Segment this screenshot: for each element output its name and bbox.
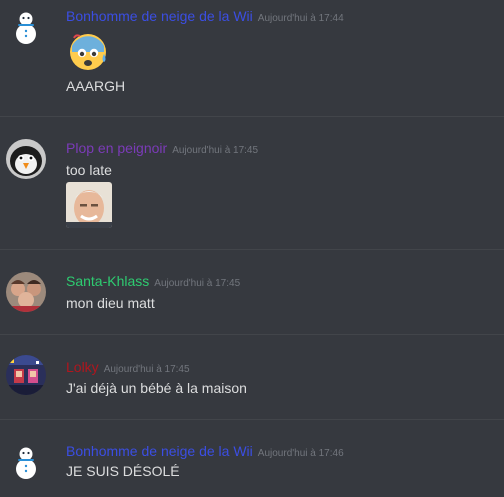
message-group: Bonhomme de neige de la Wii Aujourd'hui à…: [0, 0, 504, 115]
penguin-avatar[interactable]: [6, 139, 46, 179]
timestamp: Aujourd'hui à 17:44: [257, 13, 344, 24]
snowman-icon[interactable]: [6, 7, 46, 47]
timestamp: Aujourd'hui à 17:45: [172, 145, 259, 156]
username[interactable]: Bonhomme de neige de la Wii: [66, 443, 253, 459]
username[interactable]: Lolky: [66, 359, 99, 375]
anxious-sweat-face-emoji: [66, 28, 114, 76]
message-text: too late: [66, 162, 112, 178]
message-group: Plop en peignoir Aujourd'hui à 17:45 too …: [0, 117, 504, 249]
timestamp: Aujourd'hui à 17:45: [154, 278, 241, 289]
message-group: Santa-Khlass Aujourd'hui à 17:45 mon dieu…: [0, 250, 504, 334]
message-text: JE SUIS DÉSOLÉ: [66, 463, 180, 479]
message-text: AAARGH: [66, 78, 126, 94]
chat-messages: Bonhomme de neige de la Wii Aujourd'hui à…: [0, 0, 504, 497]
message-group: Bonhomme de neige de la Wii Aujourd'hui à…: [0, 420, 504, 497]
username[interactable]: Santa-Khlass: [66, 273, 149, 289]
pixel-art-avatar[interactable]: [6, 355, 46, 395]
username[interactable]: Bonhomme de neige de la Wii: [66, 8, 253, 24]
smiling-man-meme-image[interactable]: [66, 182, 112, 228]
group-photo-avatar[interactable]: [6, 272, 46, 312]
message-text: J'ai déjà un bébé à la maison: [66, 380, 247, 396]
snowman-icon[interactable]: [6, 442, 46, 482]
message-text: mon dieu matt: [66, 295, 155, 311]
message-group: Lolky Aujourd'hui à 17:45 J'ai déjà un bé…: [0, 335, 504, 419]
timestamp: Aujourd'hui à 17:45: [103, 364, 190, 375]
timestamp: Aujourd'hui à 17:46: [257, 448, 344, 459]
username[interactable]: Plop en peignoir: [66, 140, 167, 156]
